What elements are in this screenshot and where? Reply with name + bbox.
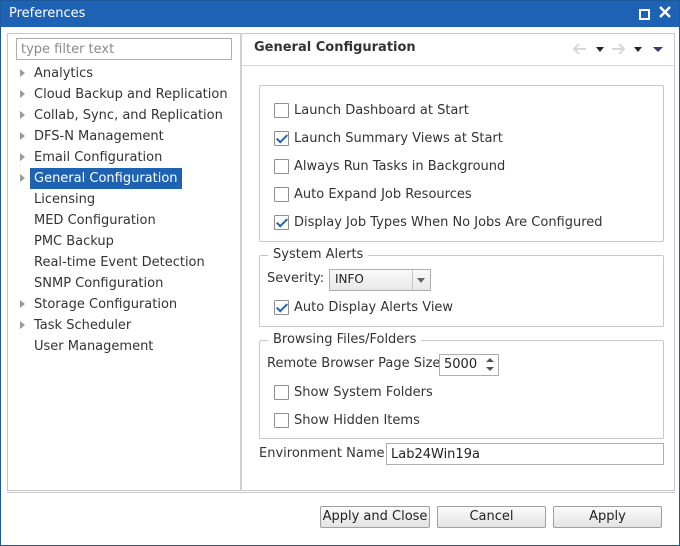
checkbox-label: Launch Summary Views at Start [294, 131, 503, 146]
tree-item[interactable]: Licensing [8, 189, 240, 210]
tree-item[interactable]: Real-time Event Detection [8, 252, 240, 273]
expand-arrow-icon[interactable] [20, 132, 25, 140]
checkbox-box[interactable] [274, 300, 289, 315]
tree-item[interactable]: Task Scheduler [8, 315, 240, 336]
page-title: General Configuration [254, 40, 416, 55]
browsing-files-title: Browsing Files/Folders [268, 332, 422, 347]
tree-item-label: Email Configuration [34, 150, 163, 165]
tree-item-label: Licensing [34, 192, 96, 207]
browsing-files-group: Browsing Files/Folders Remote Browser Pa… [259, 332, 664, 439]
tree-item-label: Cloud Backup and Replication [34, 87, 228, 102]
expand-arrow-icon[interactable] [20, 153, 25, 161]
page-size-value: 5000 [444, 357, 478, 372]
tree-item-label: MED Configuration [34, 213, 156, 228]
tree-item[interactable]: Storage Configuration [8, 294, 240, 315]
forward-icon[interactable] [610, 42, 626, 56]
severity-label: Severity: [267, 271, 325, 286]
tree-item-label: User Management [34, 339, 154, 354]
chevron-down-icon [412, 270, 430, 290]
tree-item-label: Real-time Event Detection [34, 255, 205, 270]
tree-item[interactable]: Analytics [8, 63, 240, 84]
expand-arrow-icon[interactable] [20, 69, 25, 77]
back-icon[interactable] [572, 42, 588, 56]
preference-page: General Configuration Launch Dashboard a… [242, 33, 675, 491]
tree-item[interactable]: Cloud Backup and Replication [8, 84, 240, 105]
tree-item-label: SNMP Configuration [34, 276, 164, 291]
back-menu-icon[interactable] [595, 42, 605, 56]
checkbox-label: Show Hidden Items [294, 413, 420, 428]
tree-item-label: Analytics [34, 66, 94, 81]
page-size-label: Remote Browser Page Size: [267, 356, 445, 371]
maximize-icon[interactable] [639, 9, 650, 20]
tree-item-label: General Configuration [30, 168, 182, 189]
checkbox-box[interactable] [274, 187, 289, 202]
general-options-group: Launch Dashboard at Start Launch Summary … [259, 85, 664, 242]
view-menu-icon[interactable] [652, 42, 664, 56]
close-icon[interactable] [658, 5, 672, 19]
tree-item[interactable]: User Management [8, 336, 240, 357]
tree-item[interactable]: DFS-N Management [8, 126, 240, 147]
forward-menu-icon[interactable] [633, 42, 643, 56]
title-bar: Preferences [1, 1, 679, 27]
tree-item[interactable]: Email Configuration [8, 147, 240, 168]
tree-item[interactable]: MED Configuration [8, 210, 240, 231]
system-alerts-title: System Alerts [268, 247, 369, 262]
checkbox-box[interactable] [274, 413, 289, 428]
checkbox-label: Display Job Types When No Jobs Are Confi… [294, 215, 603, 230]
button-bar-separator [7, 492, 675, 493]
preference-navigation: Analytics Cloud Backup and Replication Col… [7, 33, 241, 491]
apply-and-close-button[interactable]: Apply and Close [320, 506, 430, 528]
checkbox-box[interactable] [274, 215, 289, 230]
apply-button[interactable]: Apply [553, 506, 662, 528]
tree-item[interactable]: SNMP Configuration [8, 273, 240, 294]
checkbox-label: Launch Dashboard at Start [294, 103, 469, 118]
preferences-dialog: Preferences Analytics Cloud Backup and Re… [0, 0, 680, 546]
environment-name-label: Environment Name: [259, 446, 389, 461]
tree-item[interactable]: PMC Backup [8, 231, 240, 252]
expand-arrow-icon[interactable] [20, 111, 25, 119]
tree-item[interactable]: Collab, Sync, and Replication [8, 105, 240, 126]
tree-item-label: Storage Configuration [34, 297, 178, 312]
header-separator [242, 65, 674, 66]
environment-name-input[interactable] [386, 443, 664, 465]
checkbox-label: Always Run Tasks in Background [294, 159, 506, 174]
severity-value: INFO [335, 272, 364, 286]
severity-select[interactable]: INFO [329, 269, 431, 291]
checkbox-box[interactable] [274, 159, 289, 174]
tree-item-label: Collab, Sync, and Replication [34, 108, 223, 123]
filter-input[interactable] [16, 38, 232, 60]
checkbox-label: Auto Expand Job Resources [294, 187, 472, 202]
tree-item[interactable]: General Configuration [8, 168, 240, 189]
window-title: Preferences [9, 6, 86, 21]
system-alerts-group: System Alerts Severity: INFO Auto Displa… [259, 247, 664, 327]
checkbox-box[interactable] [274, 103, 289, 118]
page-size-spinner[interactable]: 5000 [439, 354, 499, 376]
cancel-button[interactable]: Cancel [437, 506, 546, 528]
spinner-up-icon[interactable] [484, 356, 496, 365]
spinner-down-icon[interactable] [484, 365, 496, 374]
expand-arrow-icon[interactable] [20, 321, 25, 329]
checkbox-label: Show System Folders [294, 385, 433, 400]
checkbox-label: Auto Display Alerts View [294, 300, 454, 315]
expand-arrow-icon[interactable] [20, 90, 25, 98]
checkbox-box[interactable] [274, 131, 289, 146]
checkbox-box[interactable] [274, 385, 289, 400]
tree-item-label: PMC Backup [34, 234, 114, 249]
tree-item-label: Task Scheduler [34, 318, 132, 333]
tree-item-label: DFS-N Management [34, 129, 164, 144]
expand-arrow-icon[interactable] [20, 300, 25, 308]
expand-arrow-icon[interactable] [20, 174, 25, 182]
